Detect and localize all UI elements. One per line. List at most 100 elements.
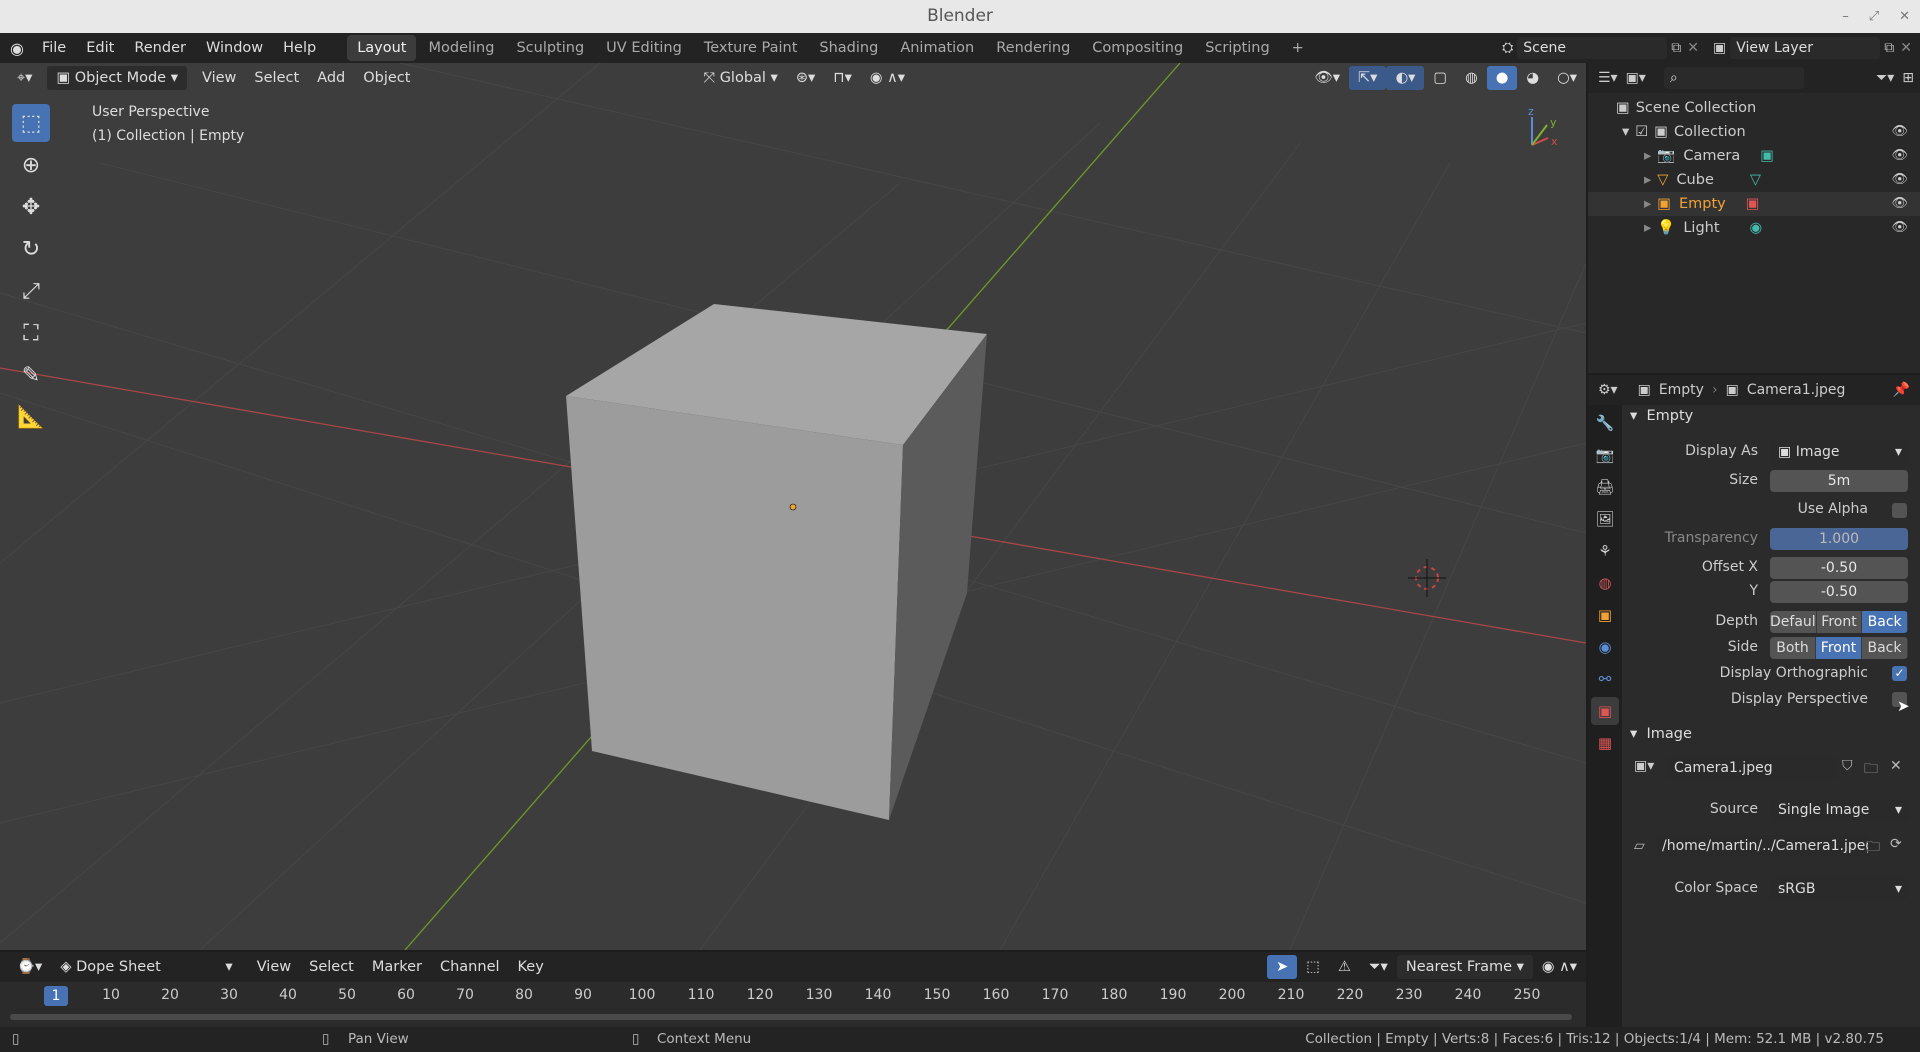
outliner-item-cube[interactable]: ▸ ▽ Cube ▽ 👁	[1588, 168, 1920, 192]
navigation-gizmo[interactable]: z y x	[1528, 105, 1558, 148]
dopesheet-mode-dropdown[interactable]: ◈ Dope Sheet ▾	[51, 955, 241, 979]
snap-icon[interactable]: ⊓▾	[824, 66, 861, 90]
display-mode-icon[interactable]: ▣▾	[1626, 70, 1646, 86]
outliner-item-light[interactable]: ▸ 💡 Light ◉ 👁	[1588, 216, 1920, 240]
shading-wireframe-icon[interactable]: ◍	[1456, 66, 1487, 90]
open-image-icon[interactable]: 🗀	[1864, 758, 1878, 782]
outliner-item-camera[interactable]: ▸ 📷 Camera ▣ 👁	[1588, 144, 1920, 168]
select-box-tool-icon[interactable]: ⬚	[12, 104, 50, 142]
display-as-dropdown[interactable]: ▣ Image ▾	[1770, 441, 1908, 463]
side-option-front[interactable]: Front	[1816, 637, 1862, 659]
transform-tool-icon[interactable]: ⛶	[12, 314, 50, 352]
scene-field[interactable]: Scene	[1517, 37, 1668, 59]
image-name-field[interactable]: Camera1.jpeg	[1668, 757, 1836, 779]
panel-empty-header[interactable]: ▾ Empty	[1630, 408, 1693, 424]
scene-tab-icon[interactable]: ⚘	[1591, 537, 1619, 565]
scale-tool-icon[interactable]: ⤢	[12, 272, 50, 310]
view-layer-tab-icon[interactable]: 🖼	[1591, 505, 1619, 533]
transform-orientation-dropdown[interactable]: ⤧ Global ▾	[694, 66, 786, 90]
menu-edit[interactable]: Edit	[76, 33, 124, 63]
object-mode-dropdown[interactable]: ▣ Object Mode ▾	[47, 66, 187, 90]
overlay-toggle-icon[interactable]: ◐▾	[1386, 66, 1425, 90]
eye-icon[interactable]: 👁	[1891, 192, 1908, 216]
annotate-tool-icon[interactable]: ✎	[12, 356, 50, 394]
use-alpha-checkbox[interactable]	[1892, 503, 1907, 518]
render-tab-icon[interactable]: 📷	[1591, 441, 1619, 469]
depth-option-default[interactable]: Defaul	[1770, 611, 1817, 633]
properties-editor-type-icon[interactable]: ⚙▾	[1598, 382, 1618, 398]
proportional-icon[interactable]: ◉ ∧▾	[1533, 955, 1586, 979]
gizmo-toggle-icon[interactable]: ⇱▾	[1349, 66, 1387, 90]
show-hidden-icon[interactable]: ⬚	[1297, 955, 1329, 979]
collection-checkbox[interactable]: ☑	[1635, 120, 1648, 144]
viewport-menu-add[interactable]: Add	[308, 66, 354, 90]
maximize-icon[interactable]: ⤢	[1869, 9, 1879, 24]
panel-image-header[interactable]: ▾ Image	[1630, 726, 1692, 742]
image-data-icon[interactable]: ▣	[1746, 192, 1760, 216]
view-layer-icon[interactable]: ▣	[1713, 40, 1726, 56]
snap-mode-dropdown[interactable]: Nearest Frame ▾	[1396, 955, 1533, 979]
pivot-icon[interactable]: ⊛▾	[787, 66, 824, 90]
tab-scripting[interactable]: Scripting	[1195, 35, 1279, 61]
measure-tool-icon[interactable]: 📐	[12, 398, 50, 436]
new-view-layer-icon[interactable]: ⧉	[1884, 40, 1894, 56]
depth-option-back[interactable]: Back	[1862, 611, 1908, 633]
menu-file[interactable]: File	[32, 33, 76, 63]
source-dropdown[interactable]: Single Image ▾	[1770, 799, 1908, 821]
outliner-editor-type-icon[interactable]: ☰▾	[1598, 70, 1618, 86]
object-tab-icon[interactable]: ▣	[1591, 601, 1619, 629]
tab-shading[interactable]: Shading	[809, 35, 888, 61]
side-option-back[interactable]: Back	[1862, 637, 1908, 659]
outliner-scene-collection[interactable]: ▣ Scene Collection	[1588, 96, 1920, 120]
depth-option-front[interactable]: Front	[1816, 611, 1863, 633]
display-ortho-checkbox[interactable]: ✓	[1892, 666, 1907, 681]
viewport-menu-select[interactable]: Select	[245, 66, 308, 90]
dopesheet-menu-marker[interactable]: Marker	[363, 955, 431, 979]
add-workspace-icon[interactable]: +	[1282, 35, 1314, 61]
expand-arrow-icon[interactable]: ▾	[1622, 120, 1629, 144]
filter-icon[interactable]: ⏷▾	[1360, 955, 1397, 979]
world-tab-icon[interactable]: ◍	[1591, 569, 1619, 597]
menu-render[interactable]: Render	[124, 33, 196, 63]
dopesheet-editor-type-icon[interactable]: ⌚▾	[8, 955, 51, 979]
output-tab-icon[interactable]: 🖨	[1591, 473, 1619, 501]
offset-x-field[interactable]: -0.50	[1770, 557, 1908, 579]
dopesheet-menu-view[interactable]: View	[248, 955, 300, 979]
visibility-icon[interactable]: 👁▾	[1305, 66, 1349, 90]
viewport-menu-object[interactable]: Object	[354, 66, 419, 90]
remove-view-layer-icon[interactable]: ✕	[1900, 40, 1912, 56]
viewport-menu-view[interactable]: View	[193, 66, 245, 90]
eye-icon[interactable]: 👁	[1891, 144, 1908, 168]
view-layer-field[interactable]: View Layer	[1730, 37, 1881, 59]
eye-icon[interactable]: 👁	[1891, 168, 1908, 192]
menu-window[interactable]: Window	[196, 33, 273, 63]
tab-sculpting[interactable]: Sculpting	[506, 35, 594, 61]
dopesheet-menu-select[interactable]: Select	[300, 955, 363, 979]
offset-y-field[interactable]: -0.50	[1770, 581, 1908, 603]
side-option-both[interactable]: Both	[1770, 637, 1816, 659]
3d-viewport[interactable]: z y x	[0, 63, 1586, 950]
reload-icon[interactable]: ⟳	[1890, 836, 1902, 852]
tab-texture-paint[interactable]: Texture Paint	[694, 35, 808, 61]
only-errors-icon[interactable]: ⚠	[1329, 955, 1360, 979]
cursor-tool-icon[interactable]: ⊕	[12, 146, 50, 184]
new-scene-icon[interactable]: ⧉	[1671, 40, 1681, 56]
data-tab-icon[interactable]: ▣	[1591, 697, 1619, 725]
tab-rendering[interactable]: Rendering	[986, 35, 1080, 61]
fake-user-icon[interactable]: ⛉	[1842, 758, 1853, 774]
move-tool-icon[interactable]: ✥	[12, 188, 50, 226]
current-frame-indicator[interactable]: 1	[44, 986, 68, 1006]
physics-tab-icon[interactable]: ◉	[1591, 633, 1619, 661]
editor-type-icon[interactable]: ⌖▾	[8, 66, 41, 90]
size-field[interactable]: 5m	[1770, 470, 1908, 492]
menu-help[interactable]: Help	[273, 33, 326, 63]
dopesheet-menu-key[interactable]: Key	[509, 955, 553, 979]
minimize-icon[interactable]: –	[1842, 9, 1849, 24]
dopesheet-menu-channel[interactable]: Channel	[431, 955, 509, 979]
eye-icon[interactable]: 👁	[1891, 216, 1908, 240]
tab-compositing[interactable]: Compositing	[1082, 35, 1193, 61]
remove-scene-icon[interactable]: ✕	[1687, 40, 1699, 56]
tab-modeling[interactable]: Modeling	[418, 35, 504, 61]
shading-rendered-icon[interactable]: ○▾	[1548, 66, 1586, 90]
shading-solid-icon[interactable]: ●	[1486, 66, 1518, 90]
